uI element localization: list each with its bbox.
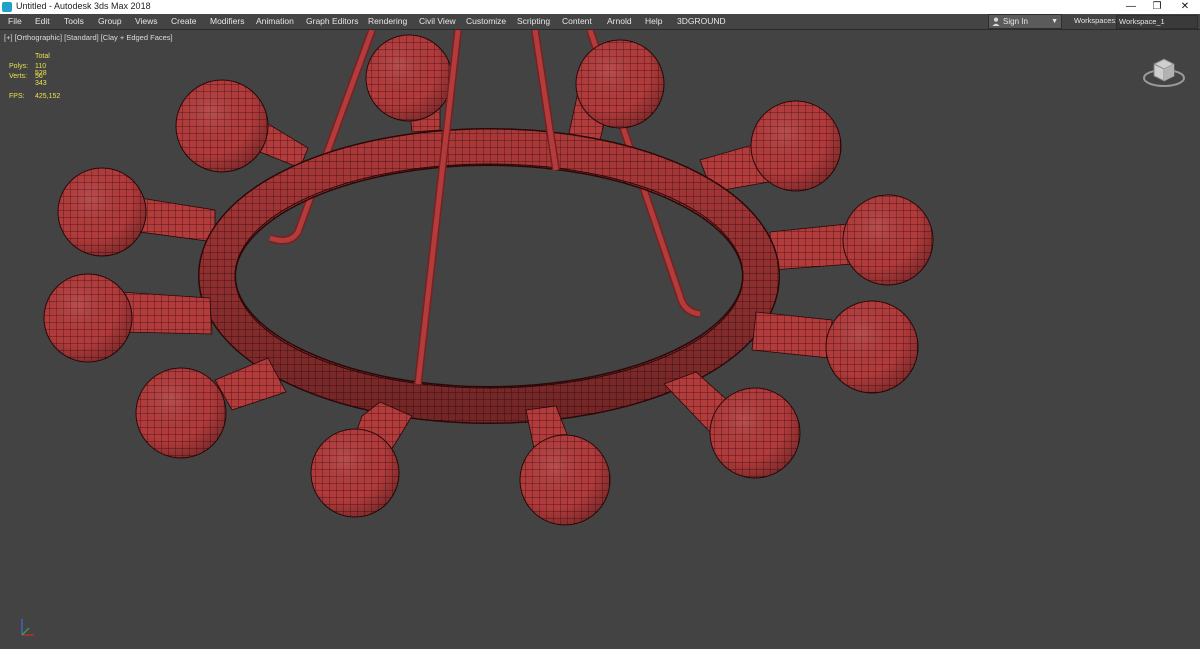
close-button[interactable]: ✕ (1168, 0, 1200, 14)
ring (198, 128, 780, 424)
viewport-menu[interactable]: [+] (4, 33, 13, 42)
fps-value: 425,152 (35, 93, 61, 100)
menu-edit[interactable]: Edit (35, 15, 50, 27)
menu-3dground[interactable]: 3DGROUND (677, 15, 726, 27)
menu-content[interactable]: Content (562, 15, 592, 27)
menu-views[interactable]: Views (135, 15, 158, 27)
menu-scripting[interactable]: Scripting (517, 15, 550, 27)
sign-in-dropdown[interactable]: Sign In ▼ (988, 14, 1062, 29)
menu-civil-view[interactable]: Civil View (419, 15, 456, 27)
verts-value: 56 343 (35, 73, 47, 87)
menu-arnold[interactable]: Arnold (607, 15, 632, 27)
sign-in-label: Sign In (1003, 17, 1028, 26)
stats-header: Total (35, 53, 50, 60)
window-title: Untitled - Autodesk 3ds Max 2018 (16, 1, 151, 11)
menu-group[interactable]: Group (98, 15, 122, 27)
chevron-down-icon: ▼ (1051, 18, 1058, 25)
menu-tools[interactable]: Tools (64, 15, 84, 27)
menu-create[interactable]: Create (171, 15, 197, 27)
fps-label: FPS: (9, 93, 25, 100)
app-icon (2, 2, 12, 12)
menu-customize[interactable]: Customize (466, 15, 506, 27)
verts-label: Verts: (9, 73, 27, 80)
viewport-view[interactable]: [Orthographic] (15, 33, 63, 42)
menu-help[interactable]: Help (645, 15, 662, 27)
workspace-select[interactable]: Workspace_1 (1116, 15, 1198, 29)
axis-tripod-icon (21, 619, 34, 636)
viewport-shading-mode[interactable]: [Clay + Edged Faces] (101, 33, 173, 42)
workspace-value: Workspace_1 (1119, 17, 1165, 26)
viewcube-icon[interactable] (1140, 52, 1192, 92)
menu-rendering[interactable]: Rendering (368, 15, 407, 27)
viewport-label[interactable]: [+] [Orthographic] [Standard] [Clay + Edged… (4, 33, 175, 42)
user-icon (992, 17, 1000, 26)
menu-file[interactable]: File (8, 15, 22, 27)
menu-graph-editors[interactable]: Graph Editors (306, 15, 358, 27)
chandelier-model[interactable] (0, 30, 1200, 649)
title-bar: Untitled - Autodesk 3ds Max 2018 — ❐ ✕ (0, 0, 1200, 14)
workspaces-label: Workspaces: (1074, 16, 1118, 25)
menu-modifiers[interactable]: Modifiers (210, 15, 244, 27)
menu-animation[interactable]: Animation (256, 15, 294, 27)
viewport-shading-standard[interactable]: [Standard] (64, 33, 99, 42)
polys-label: Polys: (9, 63, 29, 70)
